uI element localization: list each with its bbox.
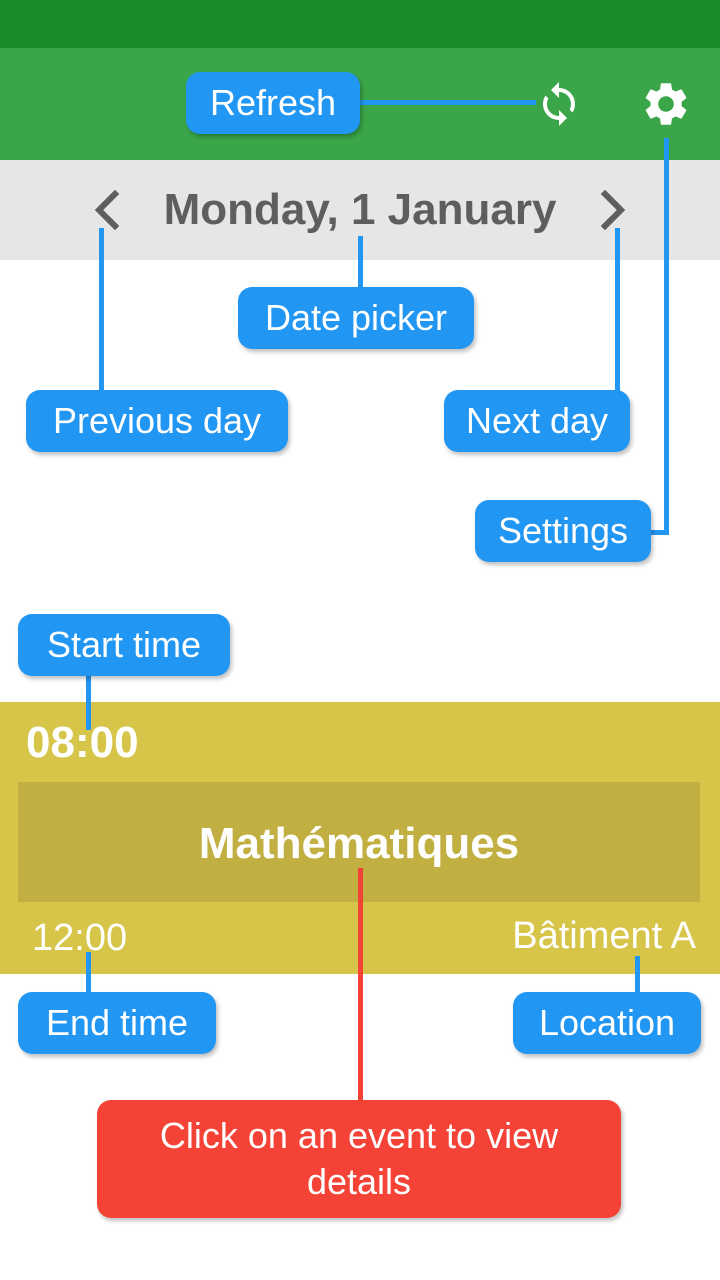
gear-icon (645, 83, 687, 125)
end-time-connector (86, 952, 91, 994)
settings-button[interactable] (634, 72, 698, 136)
tip-event-hint: Click on an event to view details (97, 1100, 621, 1218)
prev-day-connector (99, 228, 104, 393)
refresh-connector (356, 100, 536, 105)
refresh-button[interactable] (527, 72, 591, 136)
event-end-time: 12:00 (32, 917, 128, 959)
status-bar (0, 0, 720, 48)
next-day-connector (615, 228, 620, 393)
chevron-right-icon (600, 190, 626, 230)
start-time-connector (86, 674, 91, 730)
event-hint-connector (358, 868, 363, 1102)
event-start-time: 08:00 (26, 718, 139, 767)
settings-connector-v (664, 138, 669, 534)
next-day-button[interactable] (588, 185, 638, 235)
chevron-left-icon (94, 190, 120, 230)
previous-day-button[interactable] (82, 185, 132, 235)
settings-connector-h (648, 530, 669, 535)
event-location: Bâtiment A (512, 915, 696, 957)
date-picker[interactable]: Monday, 1 January (150, 180, 570, 240)
tip-previous-day: Previous day (26, 390, 288, 452)
date-picker-connector (358, 236, 363, 290)
tip-end-time: End time (18, 992, 216, 1054)
refresh-icon (543, 82, 575, 126)
tip-date-picker: Date picker (238, 287, 474, 349)
tip-location: Location (513, 992, 701, 1054)
location-connector (635, 956, 640, 994)
tip-settings: Settings (475, 500, 651, 562)
tip-start-time: Start time (18, 614, 230, 676)
tip-next-day: Next day (444, 390, 630, 452)
tip-refresh: Refresh (186, 72, 360, 134)
